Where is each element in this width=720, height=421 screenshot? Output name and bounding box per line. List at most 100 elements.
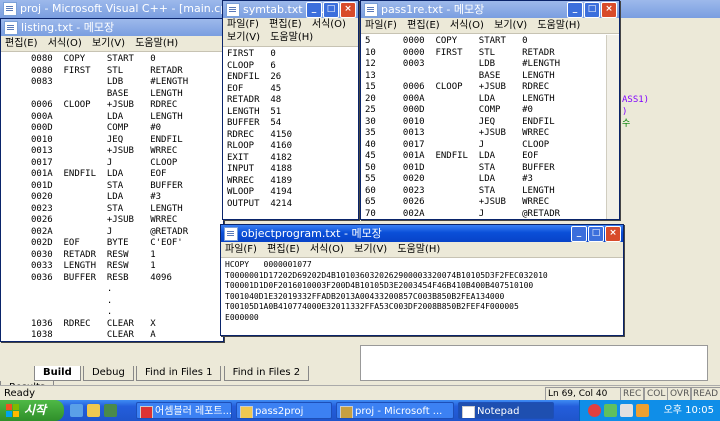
windows-logo-icon xyxy=(6,404,19,417)
status-ready: Ready xyxy=(4,388,36,399)
tray-icon-4[interactable] xyxy=(636,404,649,417)
output-panel[interactable] xyxy=(360,345,708,381)
maximize-button[interactable]: □ xyxy=(584,2,600,18)
symtab-line: FIRST 0 xyxy=(227,49,276,59)
listing-line: 001A ENDFIL LDA EOF xyxy=(31,169,167,179)
pass1-line: 45 001A ENDFIL LDA EOF xyxy=(365,151,539,161)
maximize-button[interactable]: □ xyxy=(588,226,604,242)
tab-find-in-files-2[interactable]: Find in Files 2 xyxy=(223,366,310,381)
indicator-rec: REC xyxy=(620,387,645,401)
tab-debug[interactable]: Debug xyxy=(82,366,134,381)
menu-edit[interactable]: 편집(E) xyxy=(267,244,300,255)
objprog-title-bar[interactable]: objectprogram.txt - 메모장 _ □ × xyxy=(221,225,623,242)
menu-format[interactable]: 서식(O) xyxy=(450,20,484,31)
symtab-line: BUFFER 54 xyxy=(227,118,282,128)
listing-line: . xyxy=(31,307,113,317)
menu-view[interactable]: 보기(V) xyxy=(227,32,260,43)
start-button[interactable]: 시작 xyxy=(0,400,64,421)
pass1-window[interactable]: pass1re.txt - 메모장 _ □ × 파일(F) 편집(E) 서식(O… xyxy=(360,0,620,220)
symtab-line: OUTPUT 4214 xyxy=(227,198,293,209)
listing-line: . xyxy=(31,295,113,306)
listing-line: 0013 +JSUB WRREC xyxy=(31,146,178,156)
listing-line: 0026 +JSUB WRREC xyxy=(31,215,178,225)
objprog-line: T0000001D17202D69202D4B10103603202629000… xyxy=(225,270,548,280)
listing-line: 1038 CLEAR A xyxy=(31,330,156,340)
objprog-menubar: 파일(F) 편집(E) 서식(O) 보기(V) 도움말(H) xyxy=(221,242,623,258)
visual-cpp-icon xyxy=(3,2,17,16)
output-tabs: Build Debug Find in Files 1 Find in File… xyxy=(0,366,360,396)
symtab-line: ENDFIL 26 xyxy=(227,72,282,82)
menu-edit[interactable]: 편집(E) xyxy=(5,38,38,49)
pass1-line: 55 0020 LDA #3 xyxy=(365,174,533,184)
vc-text-1: ASS1) xyxy=(622,95,650,105)
menu-format[interactable]: 서식(O) xyxy=(310,244,344,255)
word-doc-icon xyxy=(140,406,153,418)
objprog-line: T00001D1D0F2016010003F200D4B10105D3E2003… xyxy=(225,281,534,290)
menu-file[interactable]: 파일(F) xyxy=(225,244,257,255)
tab-find-in-files-1[interactable]: Find in Files 1 xyxy=(136,366,222,381)
task-vc[interactable]: proj - Microsoft ... xyxy=(336,402,454,419)
symtab-window[interactable]: symtab.txt - ... _ □ × 파일(F) 편집(E) 서식(O)… xyxy=(222,0,359,220)
ie-quicklaunch-icon[interactable] xyxy=(70,404,83,417)
menu-file[interactable]: 파일(F) xyxy=(365,20,397,31)
menu-format[interactable]: 서식(O) xyxy=(48,38,82,49)
pass1-scrollbar[interactable] xyxy=(606,35,619,219)
menu-edit[interactable]: 편집(E) xyxy=(269,19,302,30)
tray-icon-3[interactable] xyxy=(620,404,633,417)
objprog-window[interactable]: objectprogram.txt - 메모장 _ □ × 파일(F) 편집(E… xyxy=(220,224,624,336)
menu-help[interactable]: 도움말(H) xyxy=(537,20,580,31)
menu-help[interactable]: 도움말(H) xyxy=(397,244,440,255)
pass1-line: 60 0023 STA LENGTH xyxy=(365,185,555,196)
menu-help[interactable]: 도움말(H) xyxy=(270,32,313,43)
task-notepad[interactable]: Notepad xyxy=(458,402,554,419)
menu-view[interactable]: 보기(V) xyxy=(92,38,125,49)
maximize-button[interactable]: □ xyxy=(323,2,339,18)
objprog-text-area[interactable]: HCOPY 0000001077 T0000001D17202D69202D4B1… xyxy=(221,258,623,325)
pass1-title-bar[interactable]: pass1re.txt - 메모장 _ □ × xyxy=(361,1,619,18)
tray-icon-1[interactable] xyxy=(588,404,601,417)
symtab-title-bar[interactable]: symtab.txt - ... _ □ × xyxy=(223,1,358,18)
menu-view[interactable]: 보기(V) xyxy=(354,244,387,255)
media-quicklaunch-icon[interactable] xyxy=(104,404,117,417)
status-bar: Ready Ln 69, Col 40 REC COL OVR READ xyxy=(0,385,720,401)
listing-text-area[interactable]: 0080 COPY START 0 0080 FIRST STL RETADR 00… xyxy=(1,52,223,341)
clock: 오후 10:05 xyxy=(663,405,714,416)
objprog-line: T00105D1A0B410774000E32011332FFA53C003DF… xyxy=(225,302,519,311)
symtab-text-area[interactable]: FIRST 0 CLOOP 6 ENDFIL 26 EOF 45 RETADR 48 LE… xyxy=(223,47,358,212)
menu-edit[interactable]: 편집(E) xyxy=(407,20,440,31)
menu-help[interactable]: 도움말(H) xyxy=(135,38,178,49)
task-pass2proj[interactable]: pass2proj xyxy=(236,402,332,419)
folder-quicklaunch-icon[interactable] xyxy=(87,404,100,417)
listing-line: 000A LDA LENGTH xyxy=(31,111,183,122)
pass1-text-area[interactable]: 5 0000 COPY START 0 10 0000 FIRST STL RET… xyxy=(361,34,619,219)
cursor-position: Ln 69, Col 40 xyxy=(545,387,621,401)
close-button[interactable]: × xyxy=(605,226,621,242)
minimize-button[interactable]: _ xyxy=(306,2,322,18)
menu-format[interactable]: 서식(O) xyxy=(312,19,346,30)
tab-build[interactable]: Build xyxy=(34,366,81,381)
tray-icon-2[interactable] xyxy=(604,404,617,417)
symtab-line: WRREC 4189 xyxy=(227,175,293,186)
objprog-title: objectprogram.txt - 메모장 xyxy=(241,227,382,240)
menu-file[interactable]: 파일(F) xyxy=(227,19,259,30)
start-label: 시작 xyxy=(24,403,47,417)
close-button[interactable]: × xyxy=(340,2,356,18)
symtab-line: RDREC 4150 xyxy=(227,129,293,140)
listing-line: 002D EOF BYTE C'EOF' xyxy=(31,238,183,248)
minimize-button[interactable]: _ xyxy=(567,2,583,18)
symtab-line: EOF 45 xyxy=(227,83,282,94)
symtab-line: RLOOP 4160 xyxy=(227,141,293,151)
notepad-icon xyxy=(364,3,378,17)
listing-title-bar[interactable]: listing.txt - 메모장 xyxy=(1,19,223,36)
vc-title-text: proj - Microsoft Visual C++ - [main.cpp xyxy=(20,2,235,15)
menu-view[interactable]: 보기(V) xyxy=(494,20,527,31)
vc-text-2: ) xyxy=(622,107,628,117)
listing-window[interactable]: listing.txt - 메모장 편집(E) 서식(O) 보기(V) 도움말(… xyxy=(0,18,224,342)
task-report[interactable]: 어셈블러 레포트.... xyxy=(136,402,232,419)
indicator-read: READ xyxy=(690,387,720,401)
minimize-button[interactable]: _ xyxy=(571,226,587,242)
close-button[interactable]: × xyxy=(601,2,617,18)
listing-line: 0030 RETADR RESW 1 xyxy=(31,249,156,260)
listing-line: 0083 LDB #LENGTH xyxy=(31,77,189,87)
listing-menubar: 편집(E) 서식(O) 보기(V) 도움말(H) xyxy=(1,36,223,52)
